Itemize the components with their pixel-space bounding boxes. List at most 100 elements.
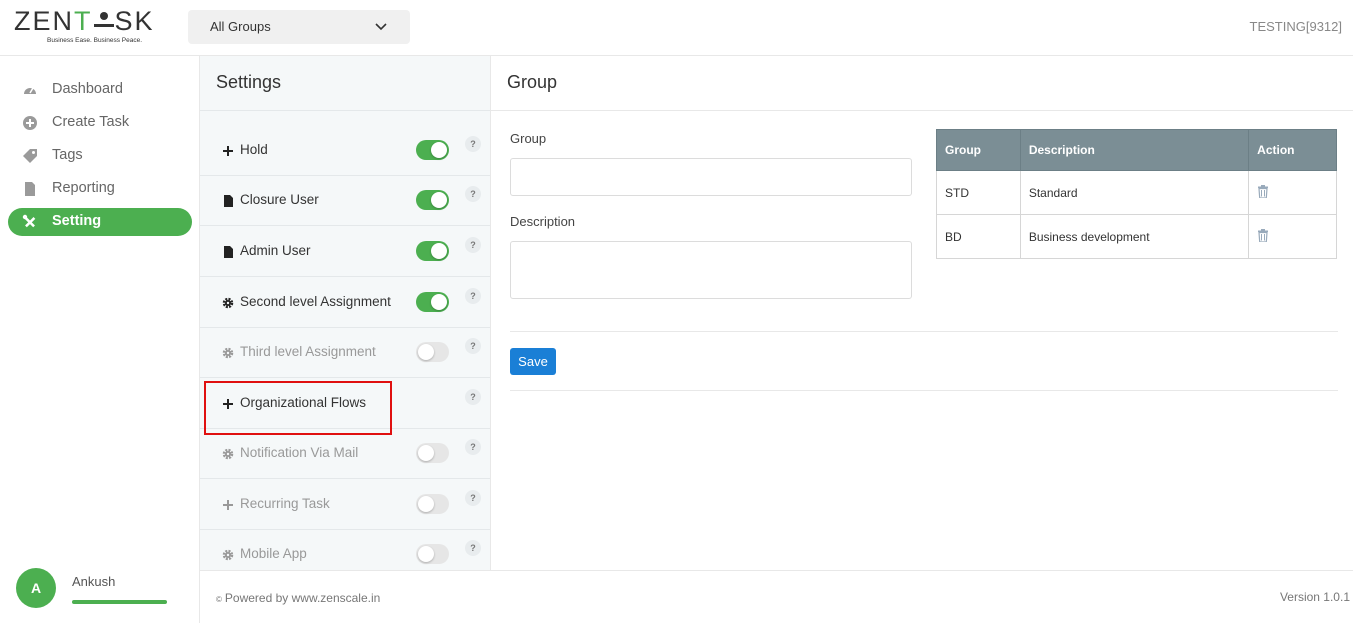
powered-by: © Powered by www.zenscale.in — [216, 591, 380, 605]
top-header: ZENT SK Business Ease. Business Peace. Al… — [0, 0, 1353, 56]
cell-group: STD — [936, 170, 1021, 215]
account-label[interactable]: TESTING[9312] — [1250, 19, 1342, 34]
setting-row-hold[interactable]: Hold ? — [200, 126, 490, 176]
help-icon[interactable]: ? — [465, 540, 481, 556]
logo-wordmark: ZENT SK — [14, 6, 155, 36]
user-name: Ankush — [72, 574, 116, 589]
setting-toggle[interactable] — [416, 292, 449, 312]
version-label: Version 1.0.1 — [1279, 590, 1350, 604]
help-icon[interactable]: ? — [465, 288, 481, 304]
group-field-label: Group — [510, 131, 547, 146]
divider — [491, 110, 1353, 111]
setting-toggle[interactable] — [416, 443, 449, 463]
group-table: Group Description Action STD Standard BD… — [936, 129, 1337, 259]
document-icon — [25, 182, 35, 196]
setting-label: Closure User — [240, 192, 319, 207]
logo-tagline: Business Ease. Business Peace. — [47, 37, 143, 44]
setting-toggle[interactable] — [416, 544, 449, 564]
column-header-action: Action — [1248, 129, 1337, 171]
help-icon[interactable]: ? — [465, 490, 481, 506]
setting-label: Recurring Task — [240, 496, 330, 511]
gear-icon — [222, 549, 234, 561]
trash-icon[interactable] — [1257, 184, 1269, 199]
group-select-value: All Groups — [210, 19, 271, 34]
help-icon[interactable]: ? — [465, 439, 481, 455]
help-icon[interactable]: ? — [465, 338, 481, 354]
gear-icon — [222, 347, 234, 359]
setting-row-mobile-app[interactable]: Mobile App ? — [200, 530, 490, 570]
gear-icon — [222, 297, 234, 309]
table-row[interactable]: BD Business development — [936, 214, 1337, 259]
column-header-description[interactable]: Description — [1019, 129, 1250, 171]
table-row[interactable]: STD Standard — [936, 170, 1337, 215]
trash-icon[interactable] — [1257, 228, 1269, 243]
setting-row-admin-user[interactable]: Admin User ? — [200, 227, 490, 277]
zentask-logo[interactable]: ZENT SK Business Ease. Business Peace. — [14, 6, 164, 48]
help-icon[interactable]: ? — [465, 389, 481, 405]
group-select[interactable]: All Groups — [188, 10, 410, 44]
plus-icon — [223, 146, 233, 156]
setting-row-third-level-assignment[interactable]: Third level Assignment ? — [200, 328, 490, 378]
cell-description: Business development — [1019, 214, 1250, 259]
table-header-row: Group Description Action — [936, 129, 1337, 171]
tools-icon — [22, 214, 36, 228]
divider — [510, 331, 1338, 332]
help-icon[interactable]: ? — [465, 237, 481, 253]
cell-action — [1248, 170, 1337, 215]
highlight-annotation-box — [204, 381, 392, 435]
description-field-label: Description — [510, 214, 576, 229]
setting-row-second-level-assignment[interactable]: Second level Assignment ? — [200, 278, 490, 328]
tag-icon — [23, 149, 37, 163]
group-input[interactable] — [510, 158, 912, 196]
user-progress-bar — [72, 600, 167, 604]
setting-label: Admin User — [240, 243, 311, 258]
page-title: Group — [507, 72, 558, 92]
setting-label: Notification Via Mail — [240, 445, 359, 460]
sidebar-item-label: Tags — [52, 147, 83, 163]
left-sidebar: Dashboard Create Task Tags Reporting Set… — [0, 56, 200, 623]
setting-row-recurring-task[interactable]: Recurring Task ? — [200, 480, 490, 530]
gear-icon — [222, 448, 234, 460]
cell-action — [1248, 214, 1337, 259]
description-textarea[interactable] — [510, 241, 912, 299]
sidebar-item-label: Dashboard — [52, 81, 123, 97]
cell-group: BD — [936, 214, 1021, 259]
divider — [200, 570, 1353, 571]
setting-row-closure-user[interactable]: Closure User ? — [200, 176, 490, 226]
divider — [200, 110, 490, 111]
divider — [510, 390, 1338, 391]
sidebar-item-label: Setting — [52, 213, 102, 229]
sidebar-item-create-task[interactable]: Create Task — [8, 109, 192, 137]
dashboard-icon — [24, 87, 36, 94]
help-icon[interactable]: ? — [465, 136, 481, 152]
setting-label: Mobile App — [240, 546, 307, 561]
setting-row-notification-via-mail[interactable]: Notification Via Mail ? — [200, 429, 490, 479]
setting-toggle[interactable] — [416, 190, 449, 210]
sidebar-item-label: Reporting — [52, 180, 115, 196]
cell-description: Standard — [1019, 170, 1250, 215]
column-header-group[interactable]: Group — [936, 129, 1021, 171]
plus-circle-icon — [23, 116, 37, 130]
setting-toggle[interactable] — [416, 494, 449, 514]
file-icon — [224, 195, 233, 207]
sidebar-item-dashboard[interactable]: Dashboard — [8, 76, 192, 104]
sidebar-item-tags[interactable]: Tags — [8, 142, 192, 170]
setting-label: Third level Assignment — [240, 344, 376, 359]
sidebar-item-setting[interactable]: Setting — [8, 208, 192, 236]
settings-title: Settings — [216, 72, 282, 92]
setting-toggle[interactable] — [416, 342, 449, 362]
sidebar-item-reporting[interactable]: Reporting — [8, 175, 192, 203]
setting-toggle[interactable] — [416, 140, 449, 160]
settings-panel: Settings Hold ? Closure User ? Admin Use… — [200, 56, 491, 570]
logo-person-icon — [93, 8, 115, 30]
save-button[interactable]: Save — [510, 348, 556, 375]
setting-label: Hold — [240, 142, 268, 157]
file-icon — [224, 246, 233, 258]
setting-toggle[interactable] — [416, 241, 449, 261]
plus-icon — [223, 500, 233, 510]
help-icon[interactable]: ? — [465, 186, 481, 202]
powered-by-link[interactable]: Powered by www.zenscale.in — [225, 591, 380, 605]
chevron-down-icon — [375, 23, 387, 31]
avatar[interactable]: A — [16, 568, 56, 608]
copyright-glyph: © — [216, 595, 222, 604]
